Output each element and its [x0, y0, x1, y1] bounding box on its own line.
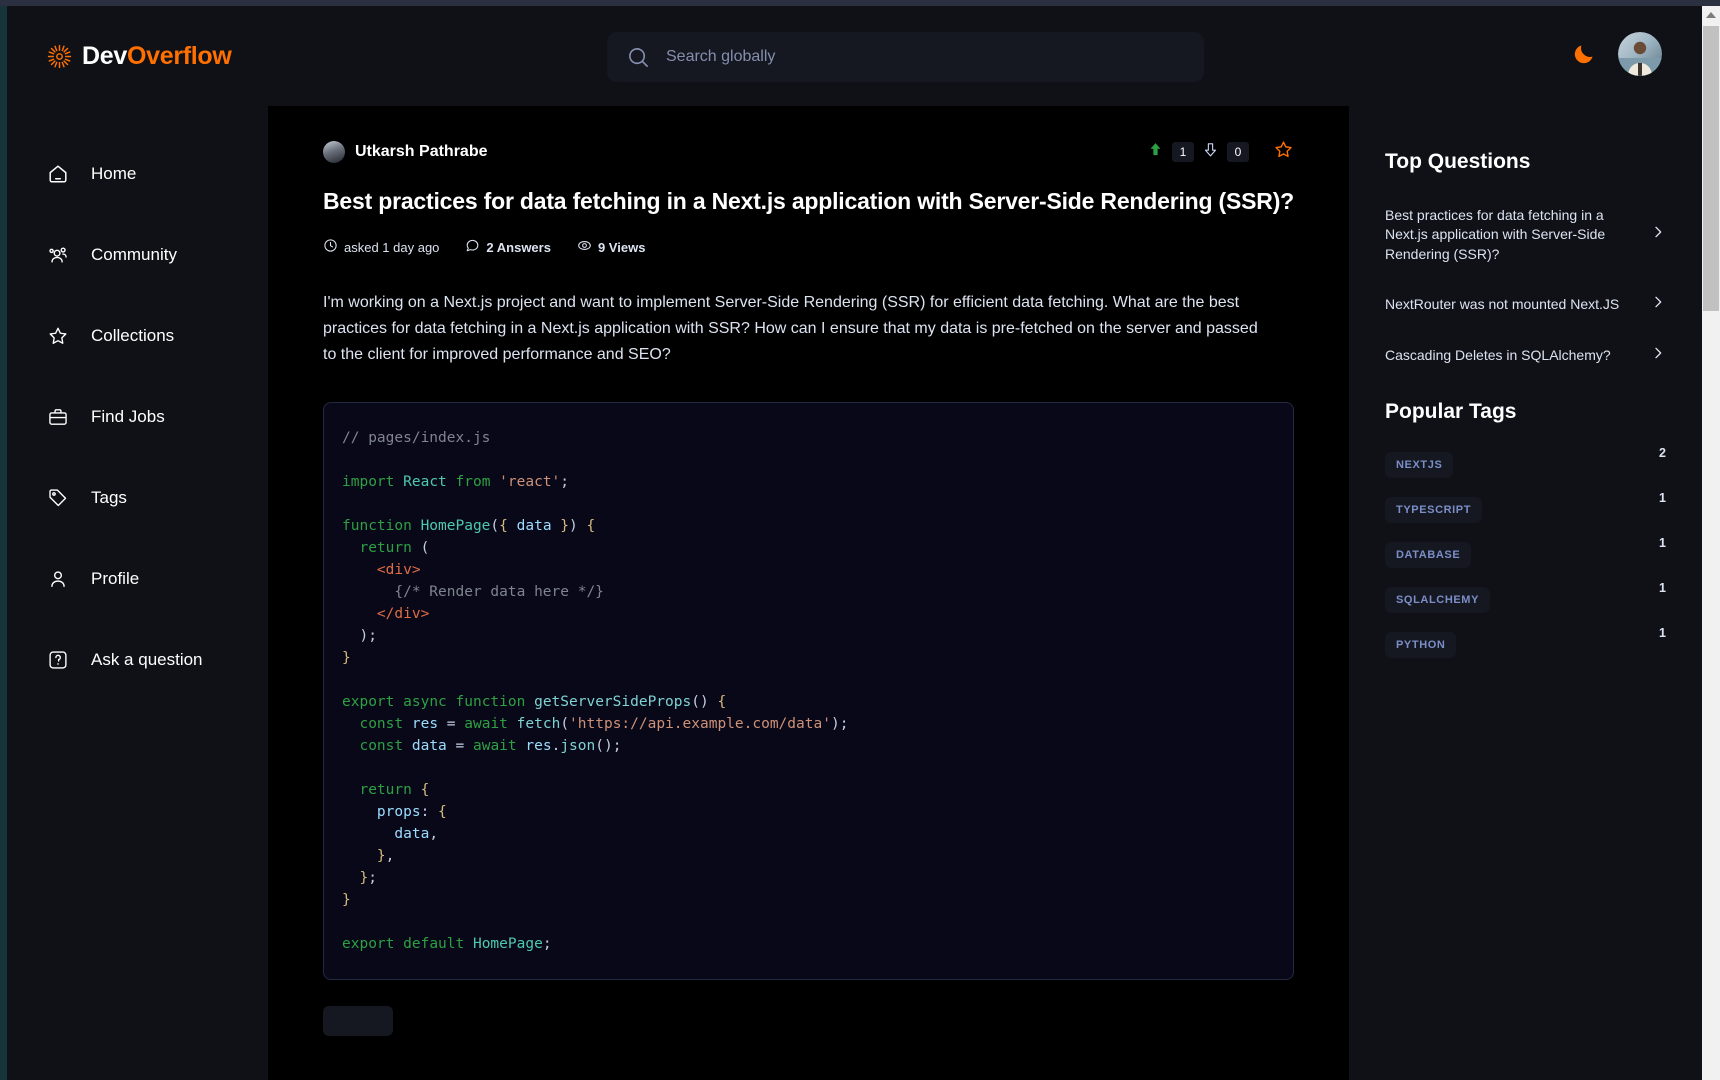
top-question-item[interactable]: Best practices for data fetching in a Ne…: [1385, 206, 1666, 264]
chevron-right-icon: [1650, 294, 1666, 315]
tag-chip[interactable]: TYPESCRIPT: [1385, 496, 1483, 523]
downvote-icon[interactable]: [1202, 141, 1219, 163]
sidebar-item-community[interactable]: Community: [47, 235, 266, 275]
clock-icon: [323, 238, 338, 258]
popular-tag-row: NEXTJS 2: [1385, 446, 1666, 478]
sidebar-item-label: Find Jobs: [91, 407, 165, 426]
sidebar-item-find-jobs[interactable]: Find Jobs: [47, 397, 266, 437]
eye-icon: [577, 238, 592, 258]
star-icon: [47, 325, 69, 347]
author-name: Utkarsh Pathrabe: [355, 143, 488, 160]
avatar[interactable]: [1618, 32, 1662, 76]
code-snippet: // pages/index.js import React from 'rea…: [323, 401, 1294, 981]
tag-pill-partial[interactable]: [323, 1006, 393, 1037]
meta-asked-text: asked 1 day ago: [344, 240, 440, 256]
meta-views: 9 Views: [577, 238, 645, 258]
top-navbar: DevOverflow: [7, 6, 1702, 106]
downvote-count: 0: [1227, 142, 1249, 162]
scrollbar-thumb[interactable]: [1703, 26, 1719, 311]
sidebar-item-label: Community: [91, 245, 177, 264]
search-icon: [627, 46, 650, 69]
save-star-icon[interactable]: [1273, 139, 1294, 165]
tag-chip[interactable]: NEXTJS: [1385, 451, 1454, 478]
popular-tags-list: NEXTJS 2 TYPESCRIPT 1 DATABASE 1 SQLALCH…: [1385, 446, 1666, 658]
popular-tag-row: PYTHON 1: [1385, 626, 1666, 658]
upvote-count: 1: [1172, 142, 1194, 162]
tag-chip[interactable]: SQLALCHEMY: [1385, 586, 1490, 613]
tag-count: 1: [1659, 625, 1666, 640]
meta-views-text: 9 Views: [597, 240, 646, 256]
window-left-edge: [0, 0, 7, 1080]
chevron-right-icon: [1650, 224, 1666, 245]
sidebar-item-label: Profile: [91, 569, 140, 588]
top-questions-list: Best practices for data fetching in a Ne…: [1385, 206, 1666, 366]
question-author[interactable]: Utkarsh Pathrabe: [323, 141, 488, 163]
tag-count: 1: [1659, 580, 1666, 595]
meta-answers: 2 Answers: [465, 238, 551, 258]
users-icon: [47, 244, 69, 266]
popular-tag-row: SQLALCHEMY 1: [1385, 581, 1666, 613]
question-icon: [47, 649, 69, 671]
global-search-bar[interactable]: [607, 32, 1204, 82]
page-title: Best practices for data fetching in a Ne…: [323, 188, 1295, 214]
scrollbar-up-arrow-icon[interactable]: [1702, 6, 1720, 23]
question-detail-panel: Utkarsh Pathrabe 1 0 Best practices for …: [268, 105, 1349, 1080]
tag-chip[interactable]: PYTHON: [1385, 631, 1457, 658]
page-scrollbar[interactable]: [1702, 6, 1720, 1080]
chevron-right-icon: [1650, 345, 1666, 366]
question-meta: asked 1 day ago 2 Answers 9 Views: [323, 238, 1294, 258]
tag-chip[interactable]: DATABASE: [1385, 541, 1472, 568]
tag-count: 1: [1659, 535, 1666, 550]
left-sidebar: Home Community Collections Find Jobs Tag…: [7, 106, 266, 1080]
meta-asked: asked 1 day ago: [323, 238, 439, 258]
sidebar-item-label: Tags: [91, 488, 127, 507]
sun-icon: [47, 44, 72, 69]
navbar-right-actions: [1572, 32, 1662, 76]
logo-text-dev: Dev: [82, 41, 127, 70]
upvote-group[interactable]: 1: [1147, 141, 1194, 163]
home-icon: [47, 163, 69, 185]
sidebar-item-tags[interactable]: Tags: [47, 478, 266, 518]
author-avatar: [323, 141, 345, 163]
logo-text: DevOverflow: [82, 42, 232, 71]
sidebar-item-label: Collections: [91, 326, 175, 345]
popular-tag-row: TYPESCRIPT 1: [1385, 491, 1666, 523]
top-question-item[interactable]: Cascading Deletes in SQLAlchemy?: [1385, 345, 1666, 366]
moon-icon[interactable]: [1572, 42, 1596, 66]
sidebar-item-label: Ask a question: [91, 650, 203, 669]
top-question-text: Best practices for data fetching in a Ne…: [1385, 207, 1606, 262]
top-questions-title: Top Questions: [1385, 150, 1531, 173]
tag-count: 1: [1659, 490, 1666, 505]
question-header: Utkarsh Pathrabe 1 0: [323, 137, 1294, 167]
question-body: I'm working on a Next.js project and wan…: [323, 293, 1258, 363]
popular-tags-title: Popular Tags: [1385, 399, 1517, 423]
top-question-item[interactable]: NextRouter was not mounted Next.JS: [1385, 294, 1666, 315]
sidebar-item-home[interactable]: Home: [47, 154, 266, 194]
upvote-icon[interactable]: [1147, 141, 1164, 163]
user-icon: [47, 568, 69, 590]
logo-text-overflow: Overflow: [126, 41, 232, 70]
popular-tag-row: DATABASE 1: [1385, 536, 1666, 568]
top-question-text: Cascading Deletes in SQLAlchemy?: [1385, 346, 1611, 363]
vote-controls: 1 0: [1147, 139, 1294, 165]
tag-icon: [47, 487, 69, 509]
right-sidebar: Top Questions Best practices for data fe…: [1349, 106, 1702, 1080]
top-question-text: NextRouter was not mounted Next.JS: [1385, 295, 1620, 312]
app-logo[interactable]: DevOverflow: [47, 42, 232, 71]
search-input[interactable]: [666, 48, 1184, 66]
sidebar-item-ask-a-question[interactable]: Ask a question: [47, 640, 266, 680]
briefcase-icon: [47, 406, 69, 428]
tag-count: 2: [1659, 445, 1666, 460]
downvote-group[interactable]: 0: [1202, 141, 1249, 163]
sidebar-item-profile[interactable]: Profile: [47, 559, 266, 599]
message-icon: [465, 238, 480, 258]
sidebar-item-collections[interactable]: Collections: [47, 316, 266, 356]
sidebar-item-label: Home: [91, 164, 137, 183]
meta-answers-text: 2 Answers: [486, 240, 551, 256]
